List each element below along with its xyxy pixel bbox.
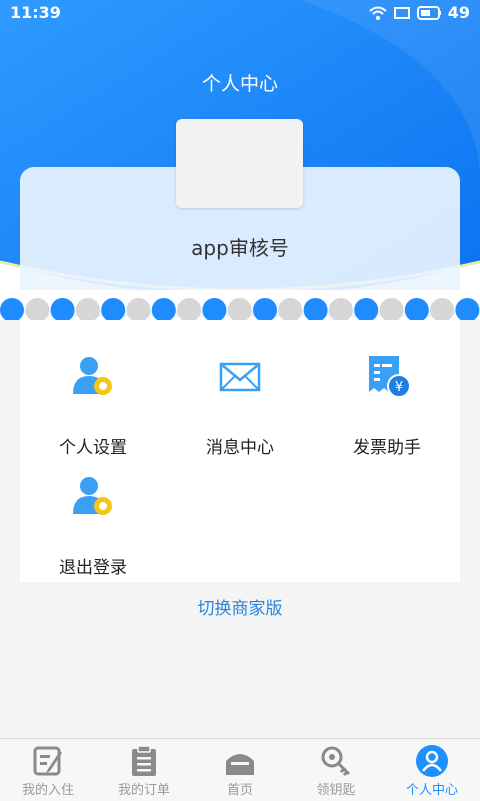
- tab-my-checkin[interactable]: 我的入住: [0, 739, 96, 801]
- menu-item-label: 发票助手: [353, 438, 421, 458]
- wifi-icon: [369, 6, 387, 20]
- person-icon: [416, 745, 448, 777]
- menu-panel: 个人设置 消息中心 ¥ 发票助手 退出登录: [20, 320, 460, 582]
- tab-home[interactable]: 首页: [192, 739, 288, 801]
- edit-note-icon: [33, 746, 62, 776]
- home-icon: [226, 754, 254, 775]
- menu-item-label: 个人设置: [59, 438, 127, 458]
- tab-label: 首页: [226, 783, 253, 798]
- page-title: 个人中心: [201, 73, 278, 95]
- menu-item-label: 消息中心: [206, 438, 274, 458]
- tab-label: 个人中心: [405, 783, 458, 798]
- svg-text:¥: ¥: [395, 380, 403, 395]
- user-logout-icon: [73, 477, 112, 515]
- tab-my-orders[interactable]: 我的订单: [96, 739, 192, 801]
- avatar[interactable]: [176, 119, 303, 208]
- envelope-icon: [219, 362, 261, 392]
- tab-get-key[interactable]: 领钥匙: [288, 739, 384, 801]
- invoice-icon: ¥: [369, 356, 411, 398]
- status-bar: 11:39 49: [0, 0, 480, 26]
- menu-item-label: 退出登录: [59, 558, 127, 578]
- sim-card-icon: [393, 6, 410, 19]
- battery-level: 49: [447, 3, 470, 22]
- status-time: 11:39: [10, 3, 61, 22]
- menu-item-personal-settings[interactable]: 个人设置: [20, 354, 166, 458]
- tab-label: 我的订单: [117, 783, 170, 798]
- key-icon: [321, 746, 351, 777]
- status-icons: 49: [368, 3, 470, 22]
- switch-merchant-link[interactable]: 切换商家版: [0, 594, 480, 619]
- tab-personal-center[interactable]: 个人中心: [384, 739, 480, 801]
- menu-item-invoice-assistant[interactable]: ¥ 发票助手: [314, 354, 460, 458]
- battery-icon: [416, 5, 441, 20]
- username: app审核号: [191, 236, 289, 260]
- bottom-tab-bar: 我的入住 我的订单 首页 领钥匙 个人中心: [0, 738, 480, 801]
- clipboard-icon: [132, 745, 156, 776]
- menu-item-message-center[interactable]: 消息中心: [167, 354, 313, 458]
- menu-item-logout[interactable]: 退出登录: [20, 474, 166, 578]
- scallop-border: [0, 290, 480, 320]
- tab-label: 我的入住: [21, 783, 74, 798]
- header-hero: 11:39 49 个人中心 app审核号: [0, 0, 480, 320]
- user-settings-icon: [73, 357, 112, 395]
- tab-label: 领钥匙: [316, 783, 356, 798]
